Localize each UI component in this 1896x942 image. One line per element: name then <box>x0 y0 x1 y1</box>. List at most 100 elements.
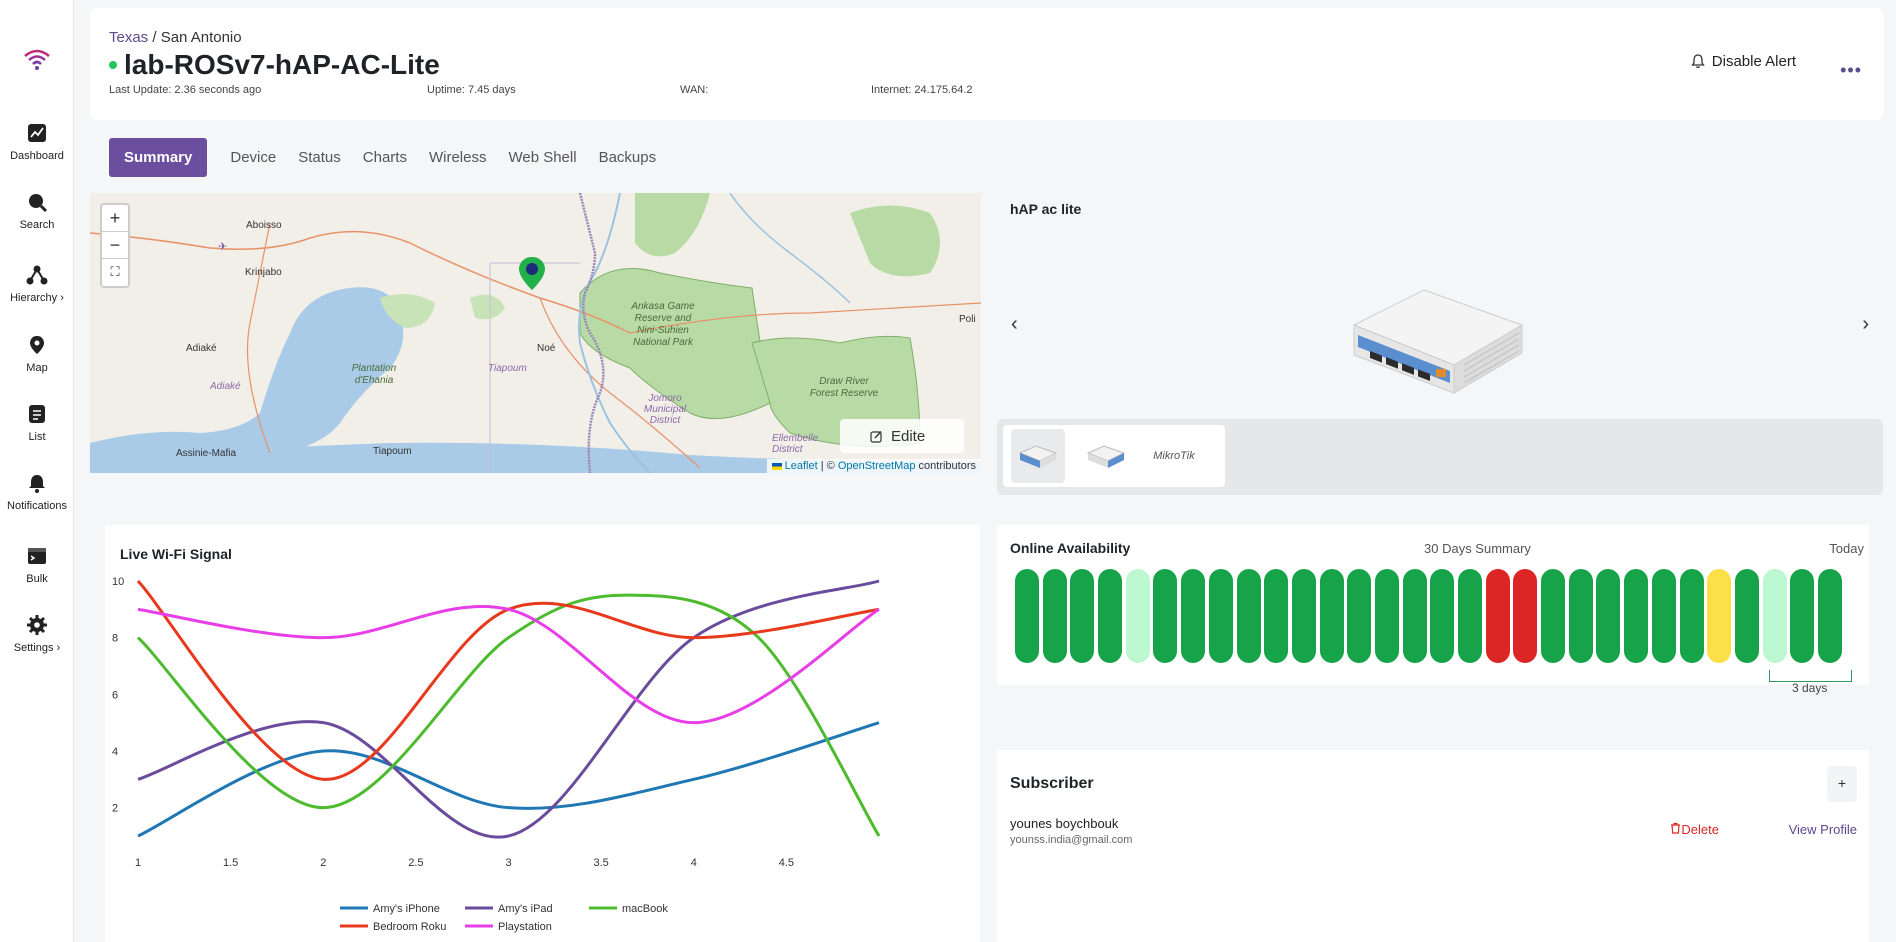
wifi-logo-icon[interactable] <box>22 48 52 74</box>
availability-day-bar[interactable] <box>1458 569 1482 663</box>
tab-wireless[interactable]: Wireless <box>429 149 487 166</box>
terminal-icon <box>28 548 46 564</box>
availability-day-bar[interactable] <box>1374 569 1399 663</box>
availability-day-bar[interactable] <box>1347 569 1372 663</box>
gear-icon <box>27 615 47 635</box>
tab-device[interactable]: Device <box>230 149 276 166</box>
availability-card: Online Availability 30 Days Summary Toda… <box>997 525 1869 695</box>
series-line[interactable] <box>137 579 880 839</box>
tab-status[interactable]: Status <box>298 149 341 166</box>
tab-charts[interactable]: Charts <box>363 149 407 166</box>
availability-day-bar[interactable] <box>1541 569 1566 663</box>
availability-day-bar[interactable] <box>1624 569 1649 663</box>
legend-label[interactable]: Amy's iPhone <box>373 903 440 915</box>
availability-day-bar[interactable] <box>1042 569 1067 663</box>
wifi-signal-chart: 2 4 6 8 10 1 1.5 2 2.5 3 3.5 4 4.5 Amy's iPhone Amy's … <box>112 576 881 933</box>
disable-alert-button[interactable]: Disable Alert <box>1690 53 1796 70</box>
availability-day-bar[interactable] <box>1596 569 1621 663</box>
availability-day-bar[interactable] <box>1430 569 1455 663</box>
availability-day-bar[interactable] <box>1319 569 1344 663</box>
availability-day-bar[interactable] <box>1125 569 1150 663</box>
map-label-ankasa: Ankasa Game Reserve and Nini-Suhien Nati… <box>631 301 695 348</box>
map-label-krinjabo: Krinjabo <box>245 267 282 278</box>
availability-summary-label: 30 Days Summary <box>1424 541 1531 556</box>
availability-day-bar[interactable] <box>1402 569 1427 663</box>
thumbnail-brand-logo[interactable]: MikroTik <box>1147 429 1201 483</box>
map-label-tiapoum: Tiapoum <box>373 446 412 457</box>
zoom-in-button[interactable]: + <box>102 205 128 232</box>
tab-backups[interactable]: Backups <box>599 149 657 166</box>
sidebar-item-hierarchy[interactable]: Hierarchy › <box>0 264 74 304</box>
breadcrumb-current: San Antonio <box>160 29 242 46</box>
thumbnail-list: MikroTik <box>1003 425 1225 487</box>
sidebar-item-notifications[interactable]: Notifications <box>0 472 74 512</box>
carousel-prev-button[interactable]: ‹ <box>1011 313 1018 336</box>
availability-day-bar[interactable] <box>1236 569 1261 663</box>
location-map[interactable]: ✈ Aboisso Krinjabo Adiaké Adiaké Plantat… <box>90 193 981 473</box>
map-label-tiapoum-west: Tiapoum <box>488 363 527 374</box>
availability-day-bar[interactable] <box>1264 569 1289 663</box>
sidebar-item-search[interactable]: Search <box>0 191 74 231</box>
availability-day-bar[interactable] <box>1153 569 1178 663</box>
sidebar-label: Dashboard <box>10 150 64 162</box>
availability-day-bar[interactable] <box>1015 569 1039 663</box>
map-label-assinie: Assinie-Mafia <box>176 448 237 459</box>
breadcrumb-link-texas[interactable]: Texas <box>109 29 148 46</box>
edit-icon <box>870 430 882 443</box>
availability-day-bar[interactable] <box>1734 569 1759 663</box>
legend-label[interactable]: Bedroom Roku <box>373 921 446 933</box>
x-tick-label: 3 <box>505 857 511 869</box>
availability-day-bar[interactable] <box>1707 569 1732 663</box>
thumbnail-router-front[interactable] <box>1011 429 1065 483</box>
availability-day-bar[interactable] <box>1485 569 1510 663</box>
subscriber-title: Subscriber <box>1010 775 1094 792</box>
availability-day-bar[interactable] <box>1098 569 1123 663</box>
map-label-adiake-lagoon: Adiaké <box>210 381 241 392</box>
availability-day-bar[interactable] <box>1208 569 1233 663</box>
disable-alert-label: Disable Alert <box>1711 53 1796 70</box>
uptime: Uptime: 7.45 days <box>427 84 516 96</box>
sidebar-item-settings[interactable]: Settings › <box>0 614 74 654</box>
online-status-dot <box>109 61 117 69</box>
legend-label[interactable]: Amy's iPad <box>498 903 553 915</box>
tab-summary[interactable]: Summary <box>109 137 208 177</box>
view-profile-link[interactable]: View Profile <box>1789 822 1857 837</box>
availability-day-bar[interactable] <box>1070 569 1095 663</box>
availability-day-bar[interactable] <box>1568 569 1593 663</box>
list-icon <box>29 405 45 423</box>
internet: Internet: 24.175.64.2 <box>871 84 973 96</box>
series-line[interactable] <box>137 721 880 838</box>
sidebar-item-map[interactable]: Map <box>0 334 74 374</box>
device-name: lab-ROSv7-hAP-AC-Lite <box>124 49 440 80</box>
availability-today-label: Today <box>1829 541 1864 556</box>
sidebar-label: Settings › <box>13 642 61 654</box>
availability-day-bar[interactable] <box>1762 569 1787 663</box>
carousel-next-button[interactable]: › <box>1862 313 1869 336</box>
availability-day-bar[interactable] <box>1651 569 1676 663</box>
sidebar-item-list[interactable]: List <box>0 403 74 443</box>
series-line[interactable] <box>137 604 880 725</box>
availability-day-bar[interactable] <box>1817 569 1842 663</box>
availability-day-bar[interactable] <box>1513 569 1538 663</box>
legend-label[interactable]: macBook <box>622 903 668 915</box>
leaflet-link[interactable]: Leaflet <box>785 460 818 472</box>
tab-web-shell[interactable]: Web Shell <box>508 149 576 166</box>
availability-day-bar[interactable] <box>1181 569 1206 663</box>
osm-link[interactable]: OpenStreetMap <box>838 460 916 472</box>
more-options-button[interactable]: ••• <box>1840 60 1862 81</box>
map-edit-button[interactable]: Edite <box>840 419 964 453</box>
thumbnail-router-side[interactable] <box>1079 429 1133 483</box>
map-label-noe: Noé <box>537 343 556 354</box>
availability-day-bar[interactable] <box>1679 569 1704 663</box>
add-subscriber-button[interactable]: + <box>1827 766 1857 802</box>
availability-day-bar[interactable] <box>1790 569 1815 663</box>
wan: WAN: <box>680 84 709 96</box>
sidebar-item-dashboard[interactable]: Dashboard <box>0 122 74 162</box>
sidebar-item-bulk[interactable]: Bulk <box>0 545 74 585</box>
fullscreen-button[interactable]: ⛶ <box>102 259 128 286</box>
legend-label[interactable]: Playstation <box>498 921 552 933</box>
delete-subscriber-button[interactable]: Delete <box>1670 822 1719 837</box>
zoom-out-button[interactable]: − <box>102 232 128 259</box>
availability-day-bar[interactable] <box>1291 569 1316 663</box>
map-pin-icon <box>30 336 44 354</box>
